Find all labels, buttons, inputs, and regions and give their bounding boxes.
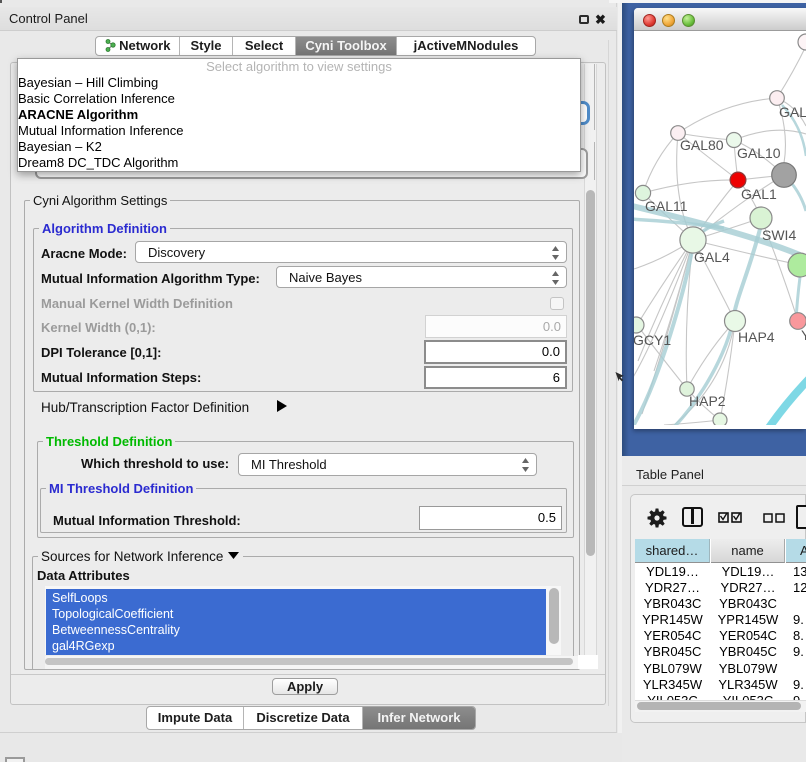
svg-text:GAL1: GAL1 xyxy=(741,186,777,202)
svg-text:GAL: GAL xyxy=(779,104,806,120)
svg-text:HAP4: HAP4 xyxy=(738,329,775,345)
svg-text:GAL4: GAL4 xyxy=(694,249,730,265)
svg-text:HAP2: HAP2 xyxy=(689,393,726,409)
svg-text:SWI4: SWI4 xyxy=(762,227,796,243)
svg-text:GCY1: GCY1 xyxy=(634,332,671,348)
svg-text:Y: Y xyxy=(801,327,806,343)
svg-text:GAL10: GAL10 xyxy=(737,145,781,161)
svg-text:GAL11: GAL11 xyxy=(645,198,688,214)
svg-text:GAL80: GAL80 xyxy=(680,137,724,153)
